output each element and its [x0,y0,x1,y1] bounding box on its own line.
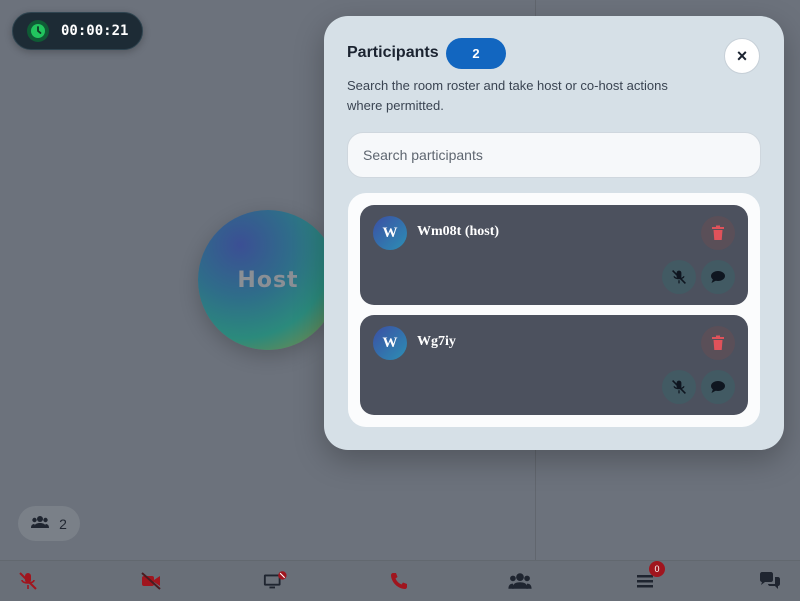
mic-muted-icon [19,572,37,590]
meeting-timer: 00:00:21 [12,12,143,50]
participant-count-pill[interactable]: 2 [18,506,80,541]
hangup-button[interactable] [387,569,411,593]
mute-participant-button[interactable] [662,370,696,404]
trash-icon [712,335,724,350]
avatar: W [373,326,407,360]
participant-name: Wg7iy [417,334,456,349]
message-participant-button[interactable] [701,260,735,294]
hangup-icon [391,573,407,589]
trash-icon [712,225,724,240]
screen-share-icon [263,571,287,589]
search-input[interactable] [347,132,761,178]
mic-muted-icon [672,380,686,394]
menu-button[interactable]: 0 [633,561,665,593]
camera-toggle-button[interactable] [139,569,163,593]
participant-count-badge: 2 [446,38,506,69]
remove-participant-button[interactable] [701,216,735,250]
host-tile-label: Host [237,267,299,293]
participant-list: W Wm08t (host) W Wg7iy [348,193,760,427]
participant-card: W Wm08t (host) [360,205,748,305]
users-icon [31,515,50,532]
avatar: W [373,216,407,250]
camera-off-icon [141,572,161,590]
chat-bubble-icon [711,271,725,283]
remove-participant-button[interactable] [701,326,735,360]
chat-icon [760,572,780,589]
panel-description: Search the room roster and take host or … [347,78,668,113]
host-avatar-tile: Host [198,210,338,350]
screen-share-button[interactable] [263,569,287,593]
mute-participant-button[interactable] [662,260,696,294]
close-icon: × [736,45,748,66]
clock-icon [27,20,49,42]
mic-toggle-button[interactable] [16,569,40,593]
participant-count: 2 [59,515,67,532]
message-participant-button[interactable] [701,370,735,404]
chat-bubble-icon [711,381,725,393]
participant-card: W Wg7iy [360,315,748,415]
notification-badge: 0 [649,561,665,577]
participants-button[interactable] [508,569,532,593]
participant-name: Wm08t (host) [417,224,500,239]
meeting-toolbar: 0 [0,560,800,601]
panel-title: Participants [347,44,439,61]
participants-icon [508,573,532,589]
chat-button[interactable] [758,569,782,593]
close-button[interactable]: × [724,38,760,74]
participants-panel: Participants 2 × Search the room roster … [324,16,784,450]
timer-value: 00:00:21 [61,23,129,39]
mic-muted-icon [672,270,686,284]
